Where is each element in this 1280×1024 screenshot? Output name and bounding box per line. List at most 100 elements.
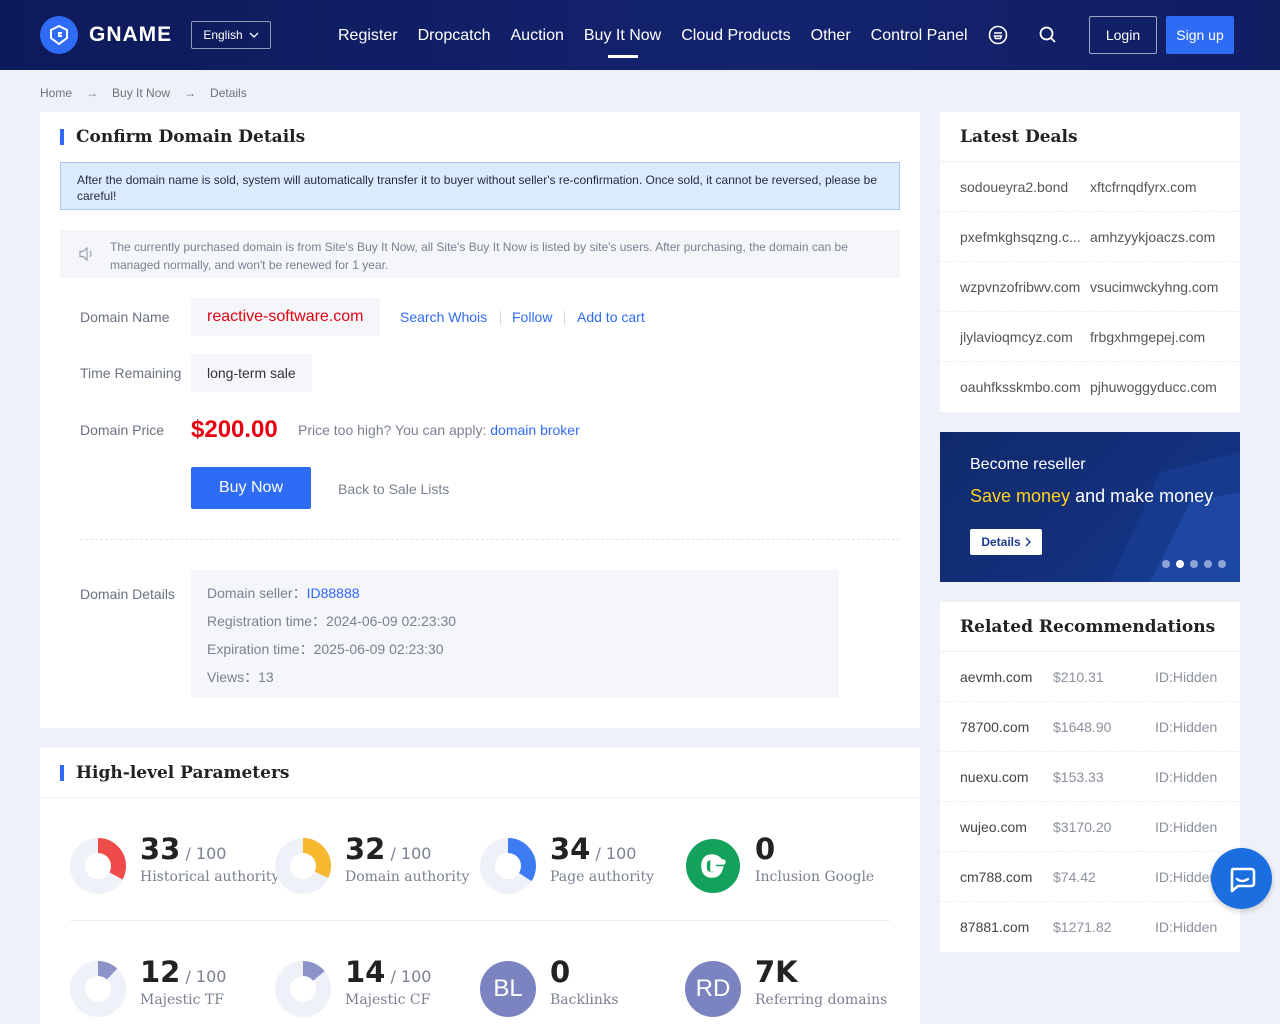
metric-referring-domains: RD 7K Referring domains [685,955,890,1017]
metric-value: 34 / 100 [550,832,637,866]
metric-historical-authority: 33 / 100 Historical authority [70,832,279,894]
registration-value: 2024-06-09 02:23:30 [326,613,457,629]
reseller-banner[interactable]: Become reseller Save money and make mone… [940,432,1240,582]
deal-domain[interactable]: pjhuwoggyducc.com [1090,379,1217,395]
metric-majestic-cf: 14 / 100 Majestic CF [275,955,480,1017]
expiration-label: Expiration time： [207,641,314,657]
registration-row: Registration time：2024-06-09 02:23:30 [207,612,823,640]
login-button[interactable]: Login [1089,16,1157,54]
language-label: English [203,28,243,42]
deal-domain[interactable]: frbgxhmgepej.com [1090,329,1205,345]
related-domain: nuexu.com [960,769,1029,785]
arrow-right-icon: → [184,86,197,100]
domain-details-box: Domain seller：ID88888 Registration time：… [191,570,839,697]
related-row[interactable]: nuexu.com $153.33 ID:Hidden [940,752,1240,802]
domain-details-label: Domain Details [80,586,175,602]
metric-label: Majestic TF [140,992,224,1008]
metric-label: Backlinks [550,992,619,1008]
carousel-dot[interactable] [1190,560,1198,568]
live-chat-button[interactable] [1211,848,1272,909]
metric-domain-authority: 32 / 100 Domain authority [275,832,480,894]
ring-chart [275,838,331,894]
related-price: $1648.90 [1053,719,1112,735]
related-row[interactable]: wujeo.com $3170.20 ID:Hidden [940,802,1240,852]
deal-domain[interactable]: jlylavioqmcyz.com [960,329,1085,345]
info-box: The currently purchased domain is from S… [60,230,900,278]
deal-domain[interactable]: vsucimwckyhng.com [1090,279,1218,295]
deal-domain[interactable]: sodoueyra2.bond [960,179,1085,195]
brand-name: GNAME [89,23,173,46]
brand-logo[interactable]: GNAME [40,16,172,54]
time-remaining-value: long-term sale [191,354,312,392]
related-price: $210.31 [1053,669,1104,685]
metric-value: 0 [550,955,571,989]
related-row[interactable]: cm788.com $74.42 ID:Hidden [940,852,1240,902]
nav-control-panel[interactable]: Control Panel [871,0,968,70]
related-domain: 78700.com [960,719,1030,735]
nav-other[interactable]: Other [811,0,851,70]
carousel-dot[interactable] [1162,560,1170,568]
info-text: The currently purchased domain is from S… [110,240,848,272]
carousel-dot[interactable] [1204,560,1212,568]
related-row[interactable]: aevmh.com $210.31 ID:Hidden [940,652,1240,702]
latest-deals-panel: Latest Deals sodoueyra2.bond xftcfrnqdfyr… [940,112,1240,412]
nav-cloud-products[interactable]: Cloud Products [681,0,790,70]
seller-link[interactable]: ID88888 [307,585,360,601]
domain-broker-link[interactable]: domain broker [490,422,580,438]
deal-domain[interactable]: wzpvnzofribwv.com [960,279,1085,295]
deal-row: sodoueyra2.bond xftcfrnqdfyrx.com [940,162,1240,212]
link-divider [564,311,565,325]
search-icon[interactable] [1038,25,1058,45]
signup-button[interactable]: Sign up [1166,16,1234,54]
deal-domain[interactable]: xftcfrnqdfyrx.com [1090,179,1197,195]
carousel-dot[interactable] [1176,560,1184,568]
related-row[interactable]: 87881.com $1271.82 ID:Hidden [940,902,1240,952]
metric-label: Inclusion Google [755,869,875,885]
deal-row: pxefmkghsqzng.c... amhzyykjoaczs.com [940,212,1240,262]
metric-backlinks: BL 0 Backlinks [480,955,685,1017]
follow-link[interactable]: Follow [512,309,552,325]
warning-notice: After the domain name is sold, system wi… [60,162,900,210]
breadcrumb-buy-it-now[interactable]: Buy It Now [112,86,170,100]
breadcrumb-details: Details [210,86,247,100]
chat-bubble-icon [1230,867,1255,892]
metric-value: 14 / 100 [345,955,432,989]
ring-chart [70,838,126,894]
related-price: $1271.82 [1053,919,1112,935]
related-seller: ID:Hidden [1155,919,1218,935]
search-whois-link[interactable]: Search Whois [400,309,487,325]
buy-now-button[interactable]: Buy Now [191,467,311,509]
breadcrumb-home[interactable]: Home [40,86,72,100]
nav-auction[interactable]: Auction [511,0,564,70]
deal-domain[interactable]: amhzyykjoaczs.com [1090,229,1215,245]
speaker-icon [79,246,92,262]
add-to-cart-link[interactable]: Add to cart [577,309,645,325]
back-to-sale-lists-link[interactable]: Back to Sale Lists [338,481,449,497]
nav-register[interactable]: Register [338,0,398,70]
params-panel: High-level Parameters 33 / 100 Historica… [40,748,920,1024]
title-accent [60,129,64,145]
divider [80,539,900,540]
deal-domain[interactable]: oauhfksskmbo.com [960,379,1085,395]
metric-label: Historical authority [140,869,280,885]
cart-icon[interactable] [988,25,1008,45]
related-title: Related Recommendations [960,617,1216,637]
chevron-right-icon [1025,537,1031,547]
related-seller: ID:Hidden [1155,719,1218,735]
related-row[interactable]: 78700.com $1648.90 ID:Hidden [940,702,1240,752]
nav-buy-it-now[interactable]: Buy It Now [584,0,661,70]
deal-domain[interactable]: pxefmkghsqzng.c... [960,229,1085,245]
deal-row: jlylavioqmcyz.com frbgxhmgepej.com [940,312,1240,362]
deal-row: wzpvnzofribwv.com vsucimwckyhng.com [940,262,1240,312]
title-accent [60,765,64,781]
latest-deals-title: Latest Deals [960,127,1078,147]
views-row: Views：13 [207,668,823,696]
related-domain: aevmh.com [960,669,1033,685]
banner-line2: Save money and make money [970,486,1214,506]
metric-value: 32 / 100 [345,832,432,866]
divider [40,797,920,798]
language-select[interactable]: English [191,21,271,49]
nav-dropcatch[interactable]: Dropcatch [418,0,491,70]
carousel-dot[interactable] [1218,560,1226,568]
banner-details-button[interactable]: Details [970,529,1042,555]
